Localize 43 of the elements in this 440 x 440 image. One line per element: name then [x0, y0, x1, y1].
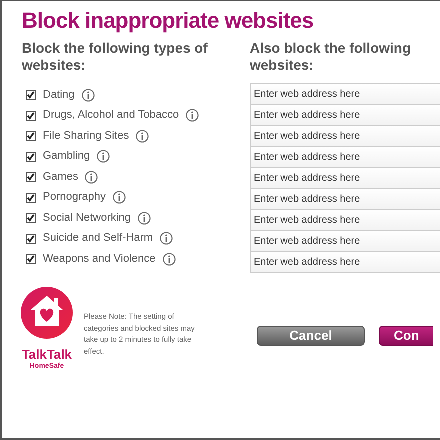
brand-name: TalkTalk [22, 348, 72, 362]
continue-button[interactable]: Con [379, 326, 433, 346]
category-label: File Sharing Sites [43, 128, 130, 144]
section-heading: Block the following types of websites: [22, 40, 209, 74]
info-icon[interactable] [113, 191, 126, 204]
category-label: Gambling [43, 149, 90, 164]
web-address-field[interactable]: Enter web address here [250, 251, 440, 273]
logo-icon [21, 287, 73, 339]
info-icon[interactable] [82, 88, 95, 102]
checkbox[interactable] [26, 192, 36, 202]
page-title: Block inappropriate websites [22, 7, 315, 35]
info-icon[interactable] [160, 232, 174, 245]
info-icon[interactable] [136, 130, 150, 142]
section-heading: Also block the following websites: [250, 40, 412, 74]
web-address-field[interactable]: Enter web address here [250, 188, 440, 210]
category-label: Pornography [43, 190, 106, 206]
info-icon[interactable] [186, 109, 200, 122]
cancel-button[interactable]: Cancel [257, 326, 365, 346]
category-label: Games [43, 170, 78, 185]
category-label: Dating [43, 88, 75, 103]
checkbox[interactable] [26, 90, 36, 100]
info-icon[interactable] [85, 170, 98, 184]
category-label: Weapons and Violence [43, 252, 156, 267]
info-icon[interactable] [97, 150, 110, 163]
checkbox[interactable] [26, 110, 36, 120]
web-address-field[interactable]: Enter web address here [250, 125, 440, 147]
checkbox[interactable] [26, 234, 36, 244]
web-address-field[interactable]: Enter web address here [250, 209, 440, 231]
checkbox[interactable] [26, 131, 36, 141]
checkbox[interactable] [26, 254, 36, 264]
category-label: Drugs, Alcohol and Tobacco [43, 108, 180, 124]
category-label: Suicide and Self-Harm [43, 231, 154, 246]
checkbox[interactable] [26, 152, 36, 162]
category-label: Social Networking [43, 210, 132, 226]
info-icon[interactable] [162, 252, 176, 266]
checkbox[interactable] [26, 172, 36, 182]
web-address-field[interactable]: Enter web address here [250, 83, 440, 105]
web-address-field[interactable]: Enter web address here [250, 146, 440, 168]
web-address-field[interactable]: Enter web address here [250, 104, 440, 126]
info-icon[interactable] [138, 212, 152, 224]
web-address-field[interactable]: Enter web address here [250, 230, 440, 252]
checkbox[interactable] [26, 213, 36, 223]
web-address-field[interactable]: Enter web address here [250, 167, 440, 189]
